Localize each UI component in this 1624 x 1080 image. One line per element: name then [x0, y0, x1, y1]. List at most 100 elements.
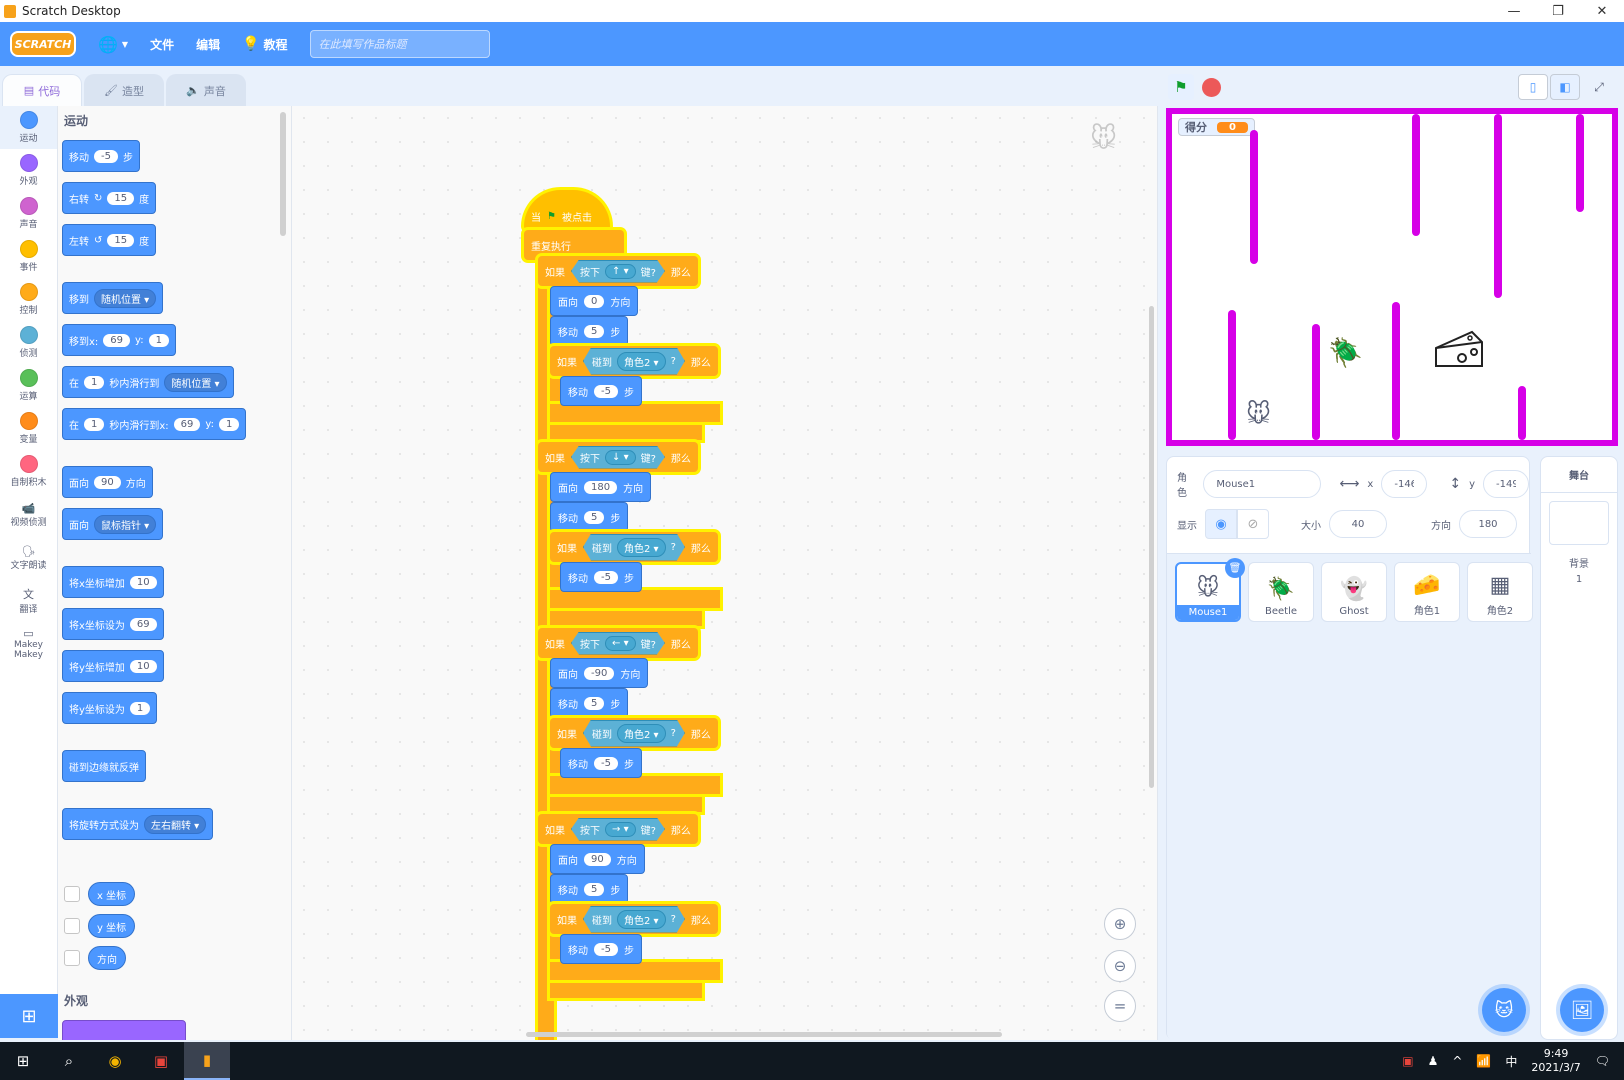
small-stage-button[interactable]: ▯ — [1518, 74, 1548, 100]
move-steps-block[interactable]: 移动 5 步 — [550, 874, 629, 904]
tab-costumes[interactable]: 🖌 造型 — [84, 74, 164, 106]
network-icon[interactable]: 📶 — [1476, 1054, 1491, 1068]
block-set-x[interactable]: 将x坐标设为 69 — [62, 608, 164, 640]
block-input[interactable]: 0 — [584, 294, 605, 308]
sprite-tile[interactable]: 🪲 Beetle — [1248, 562, 1314, 622]
when-flag-clicked-block[interactable]: 当 ⚑ 被点击 — [524, 190, 610, 230]
if-key-pressed-block[interactable]: 如果 按下 → ▾ 键? 那么 — [538, 814, 698, 844]
checkbox-direction[interactable] — [64, 950, 80, 966]
search-button[interactable]: ⌕ — [46, 1042, 92, 1080]
block-dropdown[interactable]: 随机位置 ▾ — [94, 288, 157, 308]
block-input[interactable]: -5 — [594, 942, 618, 956]
zoom-in-button[interactable]: ⊕ — [1104, 908, 1136, 940]
mouse-sprite[interactable]: 🐭 — [1246, 400, 1271, 428]
touching-condition[interactable]: 碰到 角色2 ▾? — [583, 348, 685, 375]
move-steps-block[interactable]: 移动 -5 步 — [560, 376, 642, 406]
touching-condition[interactable]: 碰到 角色2 ▾? — [583, 534, 685, 561]
extension-3[interactable]: ▭ Makey Makey — [0, 622, 57, 665]
code-workspace[interactable]: 🐭 当 ⚑ 被点击 重复执行 如果 按下 ↑ ▾ 键? 那么 面向 0 方向 移动 5 步如果 碰到角… — [292, 106, 1158, 1040]
touching-dropdown[interactable]: 角色2 ▾ — [617, 352, 666, 371]
touching-dropdown[interactable]: 角色2 ▾ — [617, 724, 666, 743]
start-button[interactable]: ⊞ — [0, 1042, 46, 1080]
block-input[interactable]: 15 — [107, 191, 135, 205]
block-set-y[interactable]: 将y坐标设为 1 — [62, 692, 158, 724]
block-input[interactable]: 5 — [584, 324, 605, 338]
category-8[interactable]: 自制积木 — [0, 450, 57, 493]
show-sprite-toggle[interactable]: ◉ — [1205, 509, 1237, 539]
category-3[interactable]: 事件 — [0, 235, 57, 278]
green-flag-button[interactable]: ⚑ — [1168, 74, 1194, 100]
beetle-sprite[interactable]: 🪲 — [1328, 336, 1363, 369]
move-steps-block[interactable]: 移动 5 步 — [550, 502, 629, 532]
key-pressed-condition[interactable]: 按下 ↑ ▾ 键? — [571, 260, 665, 283]
move-steps-block[interactable]: 移动 -5 步 — [560, 748, 642, 778]
tutorials-menu[interactable]: 💡 教程 — [242, 36, 287, 53]
block-input[interactable]: 1 — [84, 375, 105, 389]
point-direction-block[interactable]: 面向 180 方向 — [550, 472, 652, 502]
backdrop-thumbnail[interactable] — [1549, 501, 1609, 545]
tray-app-icon[interactable]: ▣ — [1402, 1054, 1413, 1068]
block-input[interactable]: 69 — [129, 617, 157, 631]
key-dropdown[interactable]: ↑ ▾ — [605, 264, 636, 279]
block-input[interactable]: 69 — [173, 417, 201, 431]
code-vertical-scrollbar[interactable] — [1149, 306, 1154, 788]
if-touching-block[interactable]: 如果 碰到 角色2 ▾? 那么 — [550, 346, 718, 376]
add-extension-button[interactable]: ⊞ — [0, 994, 58, 1038]
direction-input[interactable] — [1459, 510, 1517, 538]
block-point-direction[interactable]: 面向 90 方向 — [62, 466, 153, 498]
if-key-pressed-block[interactable]: 如果 按下 ↓ ▾ 键? 那么 — [538, 442, 698, 472]
reporter-direction[interactable]: 方向 — [88, 946, 126, 970]
key-pressed-condition[interactable]: 按下 → ▾ 键? — [571, 818, 665, 841]
tab-code[interactable]: ▤ 代码 — [2, 74, 82, 106]
block-input[interactable]: 5 — [584, 510, 605, 524]
touching-dropdown[interactable]: 角色2 ▾ — [617, 538, 666, 557]
sprite-tile[interactable]: ▦ 角色2 — [1467, 562, 1533, 622]
project-title-input[interactable] — [309, 30, 490, 58]
category-7[interactable]: 变量 — [0, 407, 57, 450]
extension-0[interactable]: 📹 视频侦测 — [0, 493, 57, 536]
cheese-sprite[interactable] — [1434, 328, 1484, 367]
block-dropdown[interactable]: 鼠标指针 ▾ — [94, 514, 157, 534]
fullscreen-button[interactable]: ⤢ — [1584, 74, 1614, 100]
block-input[interactable]: 1 — [218, 417, 240, 431]
zoom-out-button[interactable]: ⊖ — [1104, 950, 1136, 982]
key-pressed-condition[interactable]: 按下 ← ▾ 键? — [571, 632, 665, 655]
block-input[interactable]: 1 — [84, 417, 105, 431]
block-input[interactable]: 1 — [148, 333, 169, 347]
touching-condition[interactable]: 碰到 角色2 ▾? — [583, 720, 685, 747]
block-input[interactable]: 10 — [129, 575, 157, 589]
clock[interactable]: 9:49 2021/3/7 — [1531, 1047, 1580, 1075]
stage-selector[interactable]: 舞台 背景 1 — [1540, 456, 1618, 1040]
close-button[interactable]: ✕ — [1580, 0, 1624, 22]
block-move-steps[interactable]: 移动 -5 步 — [62, 140, 140, 172]
file-menu[interactable]: 文件 — [150, 36, 174, 53]
sprite-tile[interactable]: 🧀 角色1 — [1394, 562, 1460, 622]
ime-indicator[interactable]: 中 — [1505, 1053, 1517, 1070]
category-6[interactable]: 运算 — [0, 364, 57, 407]
normal-stage-button[interactable]: ◧ — [1550, 74, 1580, 100]
checkbox-x-position[interactable] — [64, 886, 80, 902]
block-input[interactable]: 69 — [103, 333, 131, 347]
taskbar-app[interactable]: ▣ — [138, 1042, 184, 1080]
block-looks-partial[interactable] — [62, 1020, 186, 1040]
language-menu[interactable]: 🌐 ▼ — [98, 35, 128, 54]
block-input[interactable]: -5 — [594, 756, 618, 770]
scratch-logo[interactable]: SCRATCH — [10, 31, 76, 57]
point-direction-block[interactable]: 面向 0 方向 — [550, 286, 639, 316]
chevron-up-icon[interactable]: ^ — [1452, 1054, 1462, 1068]
if-key-pressed-block[interactable]: 如果 按下 ↑ ▾ 键? 那么 — [538, 256, 698, 286]
block-input[interactable]: 5 — [584, 882, 605, 896]
block-input[interactable]: 10 — [129, 659, 157, 673]
point-direction-block[interactable]: 面向 90 方向 — [550, 844, 645, 874]
key-pressed-condition[interactable]: 按下 ↓ ▾ 键? — [571, 446, 665, 469]
block-goto-xy[interactable]: 移到x: 69 y: 1 — [62, 324, 176, 356]
delete-sprite-button[interactable]: 🗑 — [1225, 558, 1245, 578]
add-sprite-button[interactable]: 🐱 — [1482, 988, 1526, 1032]
block-input[interactable]: -5 — [94, 149, 118, 163]
edit-menu[interactable]: 编辑 — [196, 36, 220, 53]
minimize-button[interactable]: — — [1492, 0, 1536, 22]
hide-sprite-toggle[interactable]: ⊘ — [1237, 509, 1269, 539]
key-dropdown[interactable]: → ▾ — [605, 822, 636, 837]
key-dropdown[interactable]: ← ▾ — [605, 636, 636, 651]
code-horizontal-scrollbar[interactable] — [526, 1032, 1002, 1037]
